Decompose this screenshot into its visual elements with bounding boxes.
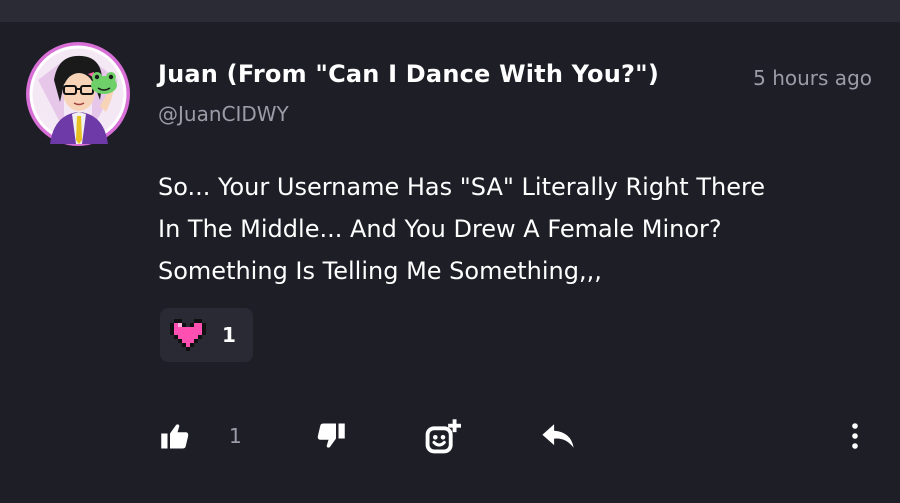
reaction-count: 1	[222, 323, 236, 347]
frog-badge-icon	[88, 72, 117, 94]
more-options-button[interactable]	[837, 418, 873, 454]
reply-icon	[542, 424, 574, 448]
comment-line: In The Middle... And You Drew A Female M…	[158, 215, 722, 243]
dislike-button[interactable]	[313, 418, 349, 454]
timestamp: 5 hours ago	[753, 66, 872, 90]
more-vertical-icon	[852, 423, 858, 449]
top-divider-bar	[0, 0, 900, 22]
author-handle[interactable]: @JuanCIDWY	[158, 102, 289, 126]
comment-line: So... Your Username Has "SA" Literally R…	[158, 173, 766, 201]
reaction-chip[interactable]: 1	[160, 308, 253, 362]
like-count: 1	[229, 424, 242, 448]
add-reaction-button[interactable]	[425, 418, 461, 454]
like-button[interactable]	[157, 418, 193, 454]
add-reaction-icon	[425, 419, 461, 454]
thumbs-down-icon	[317, 423, 345, 448]
author-name[interactable]: Juan (From "Can I Dance With You?")	[158, 60, 659, 88]
avatar[interactable]	[24, 40, 132, 148]
comment-body: So... Your Username Has "SA" Literally R…	[158, 166, 878, 292]
comment-line: Something Is Telling Me Something,,,	[158, 257, 602, 285]
comment-page: Juan (From "Can I Dance With You?") 5 ho…	[0, 0, 900, 503]
pixel-heart-icon	[170, 319, 206, 351]
reply-button[interactable]	[540, 418, 576, 454]
thumbs-up-icon	[161, 424, 189, 449]
